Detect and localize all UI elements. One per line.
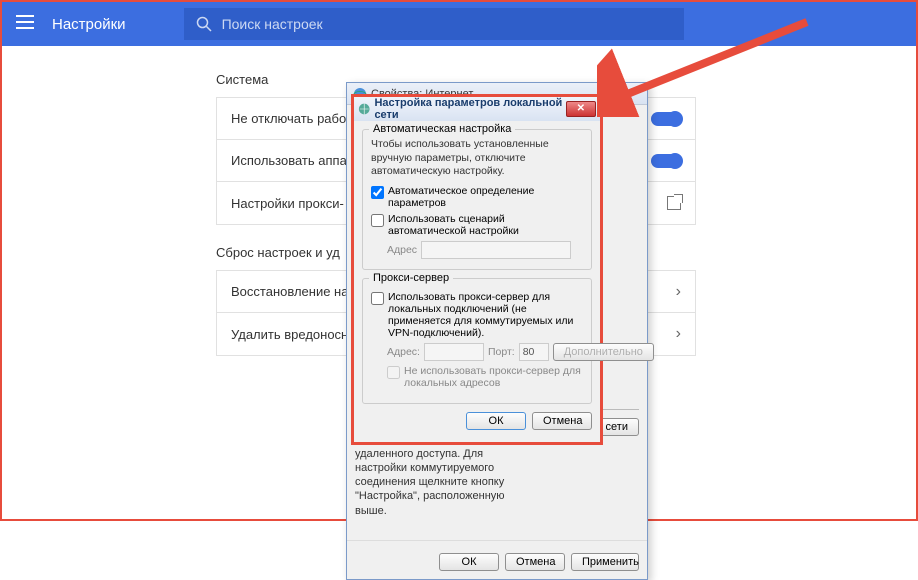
- proxy-legend: Прокси-сервер: [369, 272, 453, 284]
- close-button[interactable]: ✕: [566, 101, 596, 117]
- auto-script-checkbox[interactable]: Использовать сценарий автоматической нас…: [371, 213, 583, 237]
- lan-cancel-button[interactable]: Отмена: [532, 412, 592, 430]
- external-link-icon: [667, 196, 681, 210]
- auto-detect-checkbox[interactable]: Автоматическое определение параметров: [371, 185, 583, 209]
- chevron-right-icon: ›: [676, 283, 681, 301]
- ok-button[interactable]: ОК: [439, 553, 499, 571]
- search-icon: [196, 16, 212, 32]
- proxy-address-label: Адрес:: [387, 346, 420, 358]
- search-input[interactable]: [222, 16, 672, 32]
- use-proxy-checkbox[interactable]: Использовать прокси-сервер для локальных…: [371, 291, 583, 339]
- bypass-local-checkbox: Не использовать прокси-сервер для локаль…: [387, 365, 583, 389]
- proxy-address-input: [424, 343, 484, 361]
- lan-settings-dialog: Настройка параметров локальной сети ✕ Ав…: [351, 94, 603, 445]
- auto-legend: Автоматическая настройка: [369, 123, 515, 135]
- toggle-switch[interactable]: [651, 154, 681, 168]
- address-label: Адрес: [387, 244, 417, 256]
- search-box[interactable]: [184, 8, 684, 40]
- apply-button[interactable]: Применить: [571, 553, 639, 571]
- advanced-button: Дополнительно: [553, 343, 654, 361]
- lan-dialog-titlebar[interactable]: Настройка параметров локальной сети ✕: [354, 97, 600, 121]
- lan-dialog-title: Настройка параметров локальной сети: [374, 97, 565, 121]
- menu-icon[interactable]: [16, 15, 34, 34]
- script-address-input: [421, 241, 571, 259]
- cancel-button[interactable]: Отмена: [505, 553, 565, 571]
- chevron-right-icon: ›: [676, 325, 681, 343]
- page-title: Настройки: [52, 16, 126, 33]
- network-icon: [358, 102, 370, 116]
- proxy-fieldset: Прокси-сервер Использовать прокси-сервер…: [362, 278, 592, 404]
- auto-text: Чтобы использовать установленные вручную…: [371, 138, 583, 179]
- proxy-port-label: Порт:: [488, 346, 515, 358]
- lan-ok-button[interactable]: ОК: [466, 412, 526, 430]
- auto-config-fieldset: Автоматическая настройка Чтобы использов…: [362, 129, 592, 270]
- toggle-switch[interactable]: [651, 112, 681, 126]
- proxy-port-input: [519, 343, 549, 361]
